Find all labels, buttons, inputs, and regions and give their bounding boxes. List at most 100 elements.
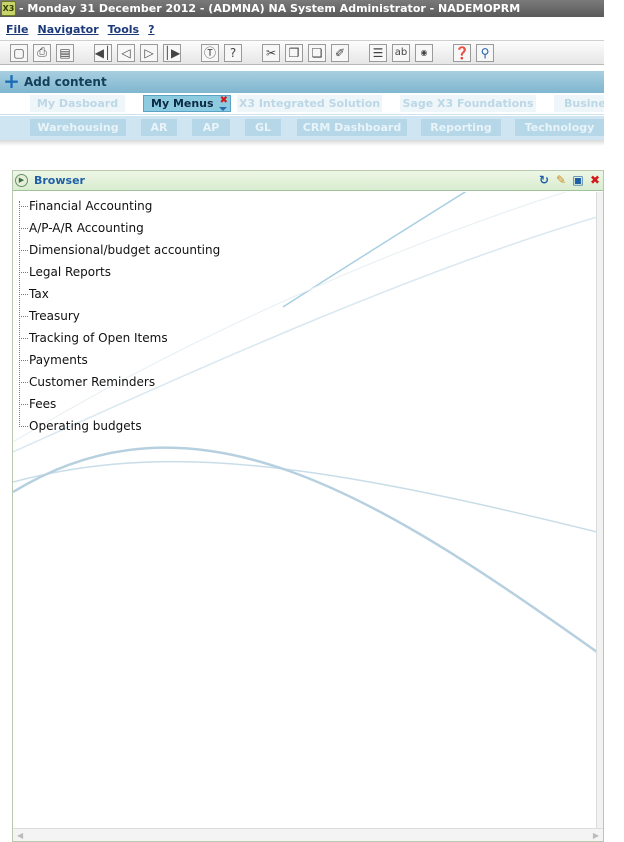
tree-item-label: Financial Accounting bbox=[29, 199, 153, 213]
sign-icon[interactable]: ✐ bbox=[331, 43, 349, 62]
tab-my-dashboard[interactable]: My Dasboard bbox=[30, 95, 125, 112]
tree-item-legal-reports[interactable]: Legal Reports bbox=[19, 261, 220, 283]
menu-tree: Financial Accounting A/P-A/R Accounting … bbox=[19, 195, 220, 437]
tab-warehousing[interactable]: Warehousing bbox=[30, 119, 126, 136]
scroll-left-icon[interactable]: ◀ bbox=[17, 831, 23, 840]
tab-label: AP bbox=[202, 121, 220, 134]
tree-item-dimensional-budget-accounting[interactable]: Dimensional/budget accounting bbox=[19, 239, 220, 261]
menu-file[interactable]: File bbox=[6, 23, 29, 36]
cut-icon[interactable]: ✂ bbox=[262, 43, 280, 62]
add-content-bar[interactable]: + Add content bbox=[0, 71, 604, 93]
copy-icon[interactable]: ❐ bbox=[285, 43, 303, 62]
last-icon[interactable]: │▶ bbox=[163, 43, 181, 62]
tab-label: My Dasboard bbox=[36, 97, 119, 110]
first-icon[interactable]: ◀│ bbox=[94, 43, 112, 62]
refresh-icon[interactable]: ↻ bbox=[536, 173, 552, 188]
print-preview-icon[interactable]: ▤ bbox=[56, 43, 74, 62]
plus-icon[interactable]: + bbox=[3, 71, 20, 91]
toolbar: ▢ ⎙ ▤ ◀│ ◁ ▷ │▶ Ⓣ ? ✂ ❐ ❏ ✐ ☰ ab ◉ ❓ ⚲ bbox=[0, 40, 604, 65]
menu-bar: File Navigator Tools ? bbox=[0, 20, 604, 39]
new-page-icon[interactable]: ▢ bbox=[10, 43, 28, 62]
paste-icon[interactable]: ❏ bbox=[308, 43, 326, 62]
play-icon[interactable]: ▶ bbox=[15, 174, 28, 187]
tab-technology[interactable]: Technology bbox=[515, 119, 604, 136]
tree-item-label: Operating budgets bbox=[29, 419, 142, 433]
menu-tools[interactable]: Tools bbox=[108, 23, 139, 36]
chevron-down-icon[interactable] bbox=[219, 107, 227, 111]
tab-label: AR bbox=[150, 121, 168, 134]
tree-item-tracking-open-items[interactable]: Tracking of Open Items bbox=[19, 327, 220, 349]
next-icon[interactable]: ▷ bbox=[140, 43, 158, 62]
tab-shadow bbox=[0, 140, 604, 146]
edit-icon[interactable]: ✎ bbox=[553, 173, 569, 188]
tab-ar[interactable]: AR bbox=[141, 119, 177, 136]
browser-panel-header: ▶ Browser ↻ ✎ ▣ ✖ bbox=[13, 171, 603, 191]
text-icon[interactable]: ab bbox=[392, 43, 410, 62]
help-icon[interactable]: ? bbox=[224, 43, 242, 62]
menu-help[interactable]: ? bbox=[148, 23, 154, 36]
add-content-label: Add content bbox=[24, 75, 107, 89]
tree-item-treasury[interactable]: Treasury bbox=[19, 305, 220, 327]
tab-crm-dashboard[interactable]: CRM Dashboard bbox=[297, 119, 407, 136]
attach-icon[interactable]: Ⓣ bbox=[201, 43, 219, 62]
maximize-icon[interactable]: ▣ bbox=[570, 173, 586, 188]
close-icon[interactable]: ✖ bbox=[220, 96, 228, 106]
title-bar: X3 - Monday 31 December 2012 - (ADMNA) N… bbox=[0, 0, 604, 17]
tab-label: Technology bbox=[524, 121, 595, 134]
tree-item-label: Treasury bbox=[29, 309, 80, 323]
browser-panel: ▶ Browser ↻ ✎ ▣ ✖ Financial Accounting A… bbox=[12, 170, 604, 842]
vertical-scrollbar[interactable] bbox=[596, 192, 603, 828]
tree-item-fees[interactable]: Fees bbox=[19, 393, 220, 415]
tab-reporting[interactable]: Reporting bbox=[421, 119, 501, 136]
close-icon[interactable]: ✖ bbox=[587, 173, 603, 188]
tab-row-primary: My Dasboard My Menus ✖ X3 Integrated Sol… bbox=[0, 93, 604, 115]
tab-label: Reporting bbox=[430, 121, 492, 134]
tab-business[interactable]: Busines bbox=[554, 95, 604, 112]
tab-label: Busines bbox=[564, 97, 604, 110]
toolbar-separator bbox=[79, 44, 89, 62]
panel-header-icons: ↻ ✎ ▣ ✖ bbox=[535, 173, 603, 188]
toolbar-separator bbox=[354, 44, 364, 62]
tab-ap[interactable]: AP bbox=[192, 119, 230, 136]
tree-item-label: A/P-A/R Accounting bbox=[29, 221, 144, 235]
window-title: - Monday 31 December 2012 - (ADMNA) NA S… bbox=[19, 2, 521, 15]
horizontal-scrollbar[interactable]: ◀ ▶ bbox=[13, 828, 603, 841]
search-icon[interactable]: ⚲ bbox=[476, 43, 494, 62]
toolbar-separator bbox=[438, 44, 448, 62]
browser-panel-body: Financial Accounting A/P-A/R Accounting … bbox=[13, 192, 597, 828]
tree-item-label: Fees bbox=[29, 397, 57, 411]
tree-item-financial-accounting[interactable]: Financial Accounting bbox=[19, 195, 220, 217]
x3-icon[interactable]: ◉ bbox=[415, 43, 433, 62]
print-icon[interactable]: ⎙ bbox=[33, 43, 51, 62]
list-icon[interactable]: ☰ bbox=[369, 43, 387, 62]
tree-item-ap-ar-accounting[interactable]: A/P-A/R Accounting bbox=[19, 217, 220, 239]
tree-item-label: Tax bbox=[29, 287, 49, 301]
browser-panel-title: Browser bbox=[34, 174, 85, 187]
tab-label: CRM Dashboard bbox=[302, 121, 402, 134]
tab-label: Warehousing bbox=[37, 121, 119, 134]
tab-x3-integrated-solution[interactable]: X3 Integrated Solution bbox=[237, 95, 382, 112]
tree-item-operating-budgets[interactable]: Operating budgets bbox=[19, 415, 220, 437]
toolbar-separator bbox=[247, 44, 257, 62]
sage-x3-window: X3 - Monday 31 December 2012 - (ADMNA) N… bbox=[0, 0, 624, 842]
tab-gl[interactable]: GL bbox=[245, 119, 281, 136]
previous-icon[interactable]: ◁ bbox=[117, 43, 135, 62]
tree-item-label: Dimensional/budget accounting bbox=[29, 243, 221, 257]
menu-navigator[interactable]: Navigator bbox=[38, 23, 99, 36]
tab-label: X3 Integrated Solution bbox=[238, 97, 381, 110]
tab-label: My Menus bbox=[151, 97, 214, 110]
tree-item-label: Customer Reminders bbox=[29, 375, 156, 389]
tree-item-label: Payments bbox=[29, 353, 88, 367]
tab-row-secondary: Warehousing AR AP GL CRM Dashboard Repor… bbox=[0, 116, 604, 140]
tab-label: Sage X3 Foundations bbox=[402, 97, 534, 110]
tree-item-payments[interactable]: Payments bbox=[19, 349, 220, 371]
tree-item-label: Legal Reports bbox=[29, 265, 112, 279]
scroll-right-icon[interactable]: ▶ bbox=[593, 831, 599, 840]
tab-my-menus[interactable]: My Menus ✖ bbox=[143, 95, 231, 112]
app-icon: X3 bbox=[1, 1, 16, 16]
question-icon[interactable]: ❓ bbox=[453, 43, 471, 62]
tree-item-customer-reminders[interactable]: Customer Reminders bbox=[19, 371, 220, 393]
tab-sage-x3-foundations[interactable]: Sage X3 Foundations bbox=[400, 95, 536, 112]
toolbar-separator bbox=[186, 44, 196, 62]
tree-item-tax[interactable]: Tax bbox=[19, 283, 220, 305]
